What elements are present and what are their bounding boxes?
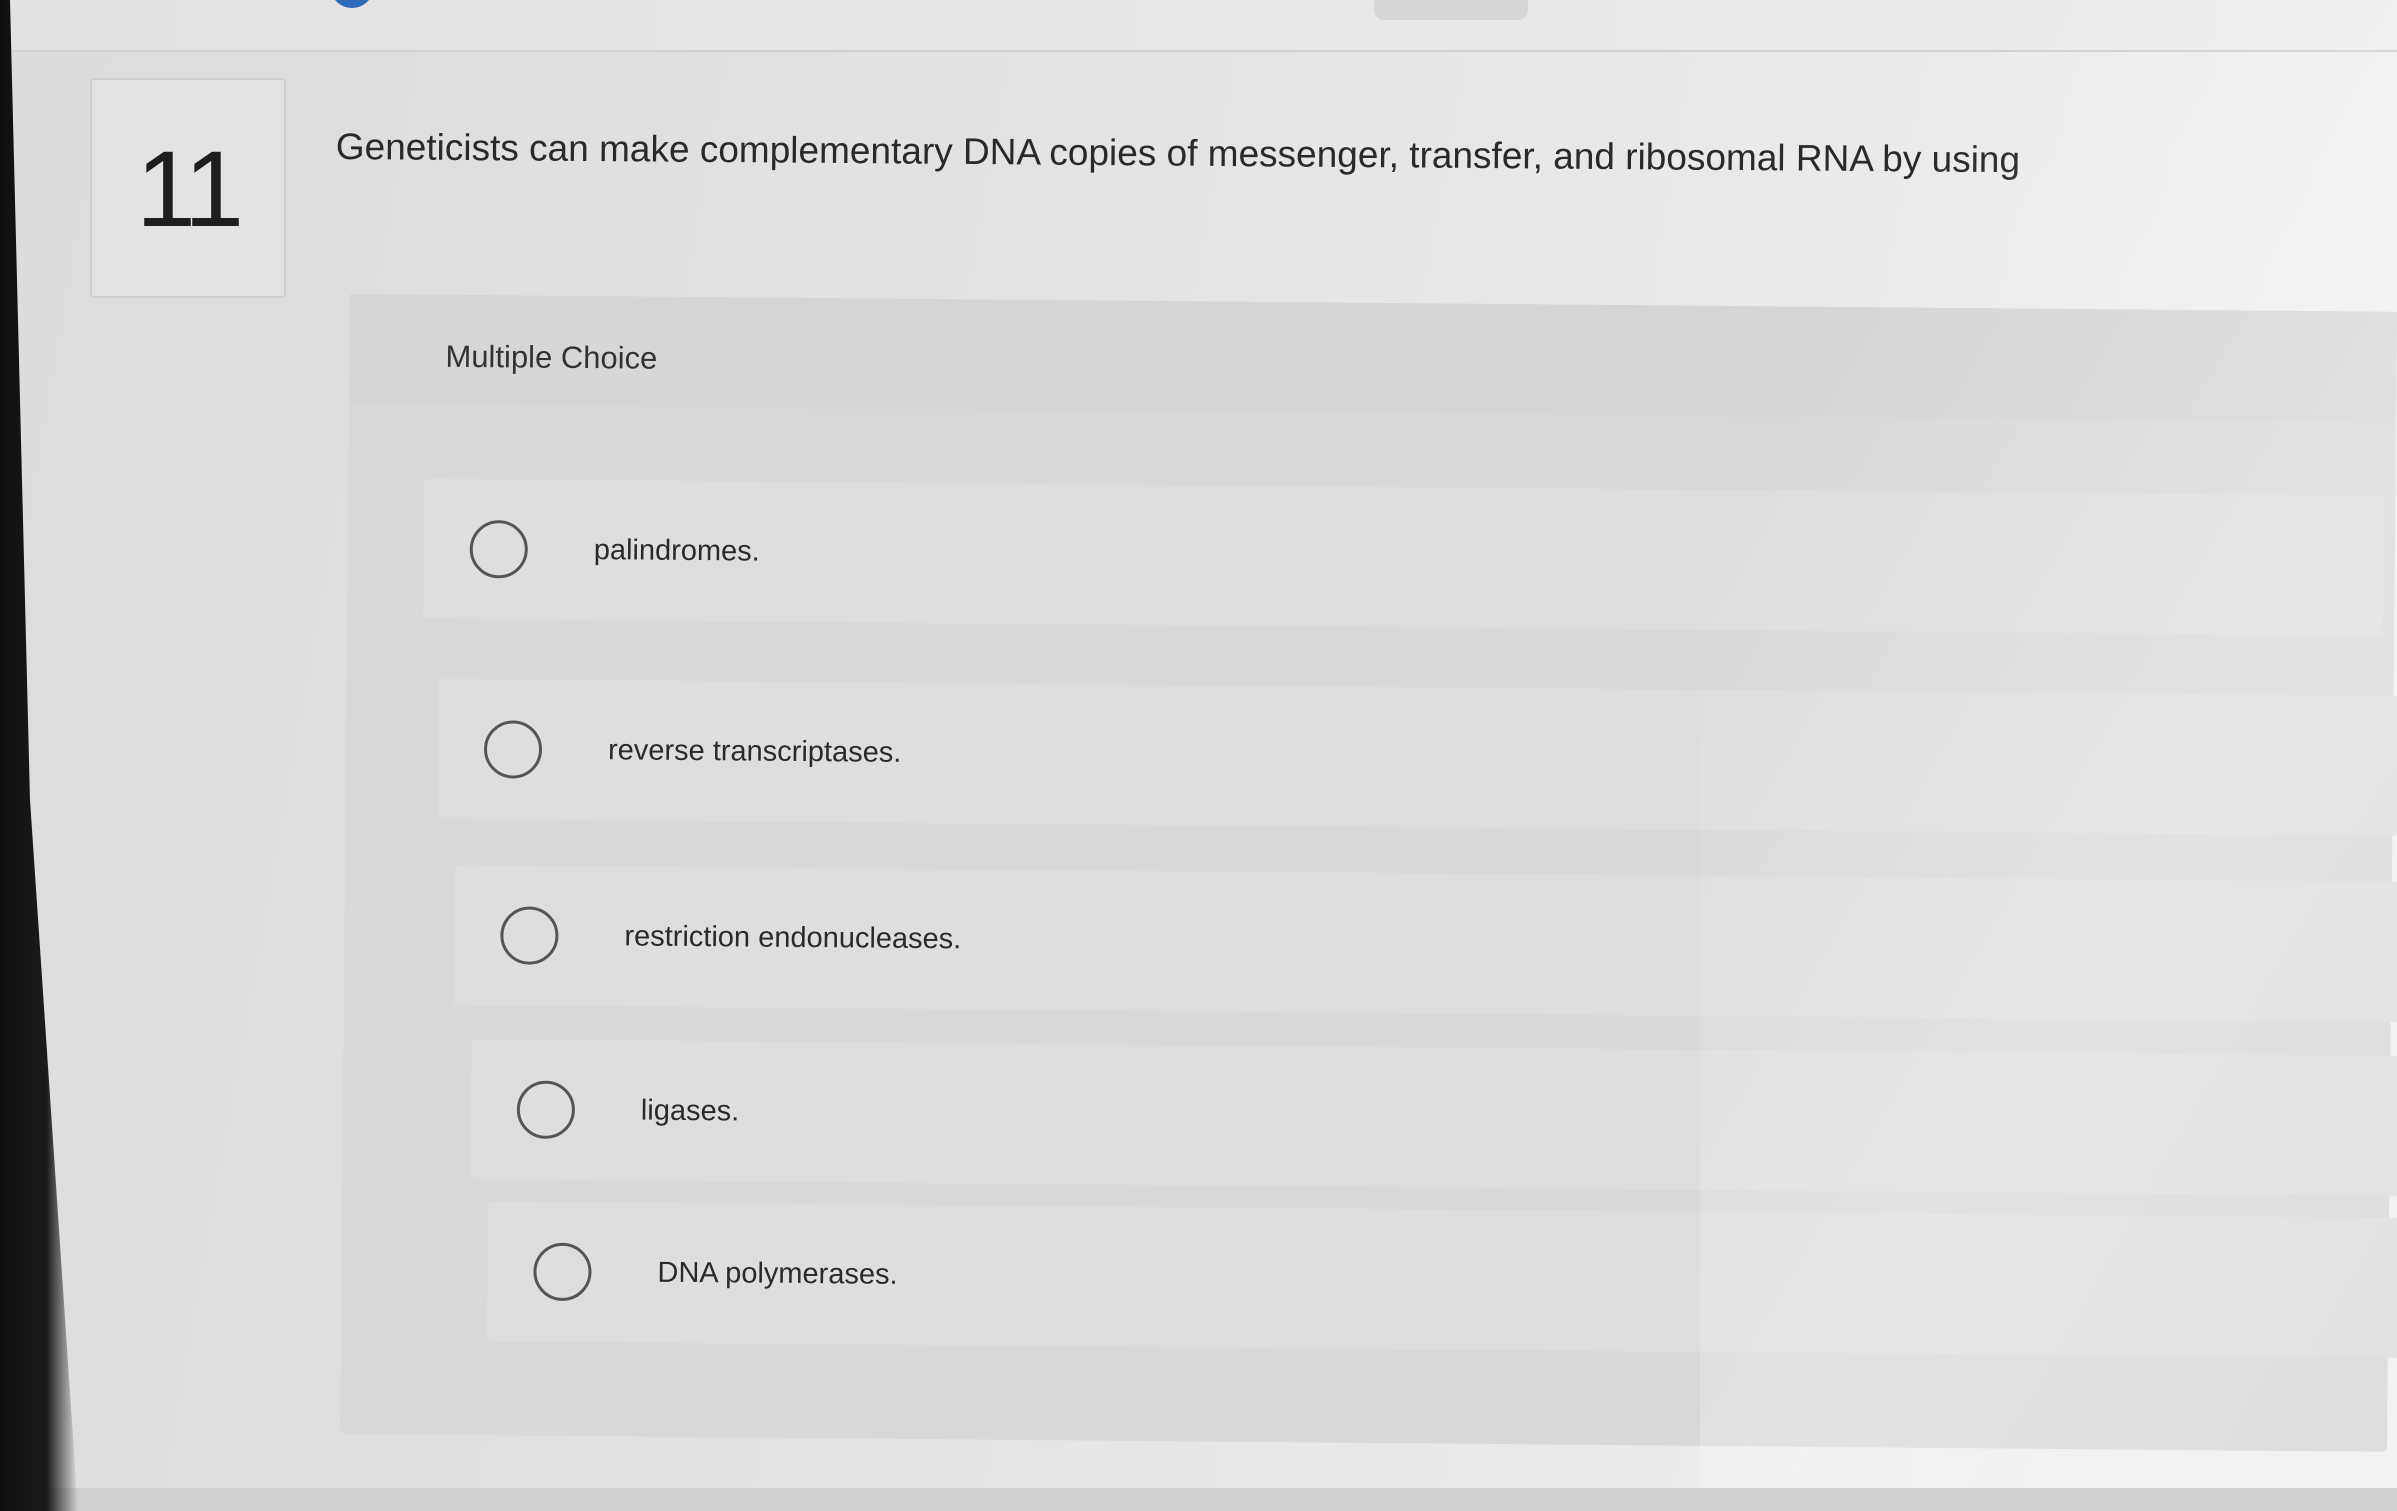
choice-label: palindromes. <box>593 533 760 568</box>
choice-label: restriction endonucleases. <box>624 919 962 955</box>
radio-button[interactable] <box>500 906 559 965</box>
question-prompt: Geneticists can make complementary DNA c… <box>335 126 2021 181</box>
choice-label: ligases. <box>640 1094 740 1127</box>
panel-header: Multiple Choice <box>349 294 2397 422</box>
choice-option-a[interactable]: palindromes. <box>423 478 2385 636</box>
question-number: 11 <box>135 127 244 249</box>
radio-button[interactable] <box>516 1080 576 1139</box>
panel-title: Multiple Choice <box>445 338 658 376</box>
bottom-edge <box>0 1488 2397 1511</box>
progress-indicator <box>330 0 374 8</box>
choice-option-c[interactable]: restriction endonucleases. <box>453 864 2397 1023</box>
choice-option-b[interactable]: reverse transcriptases. <box>437 678 2397 836</box>
multiple-choice-panel: Multiple Choice palindromes. reverse tra… <box>340 294 2397 1452</box>
top-tab-pill[interactable] <box>1374 0 1528 20</box>
radio-button[interactable] <box>469 520 529 579</box>
choice-option-e[interactable]: DNA polymerases. <box>486 1201 2397 1359</box>
choice-option-d[interactable]: ligases. <box>470 1039 2397 1197</box>
top-bar <box>0 0 2397 52</box>
radio-button[interactable] <box>533 1242 592 1302</box>
question-number-box: 11 <box>90 78 286 298</box>
screen: 11 Geneticists can make complementary DN… <box>0 0 2397 1511</box>
monitor-bezel <box>0 0 78 1511</box>
radio-button[interactable] <box>483 720 543 779</box>
choice-label: reverse transcriptases. <box>607 733 902 769</box>
choice-label: DNA polymerases. <box>657 1256 898 1291</box>
